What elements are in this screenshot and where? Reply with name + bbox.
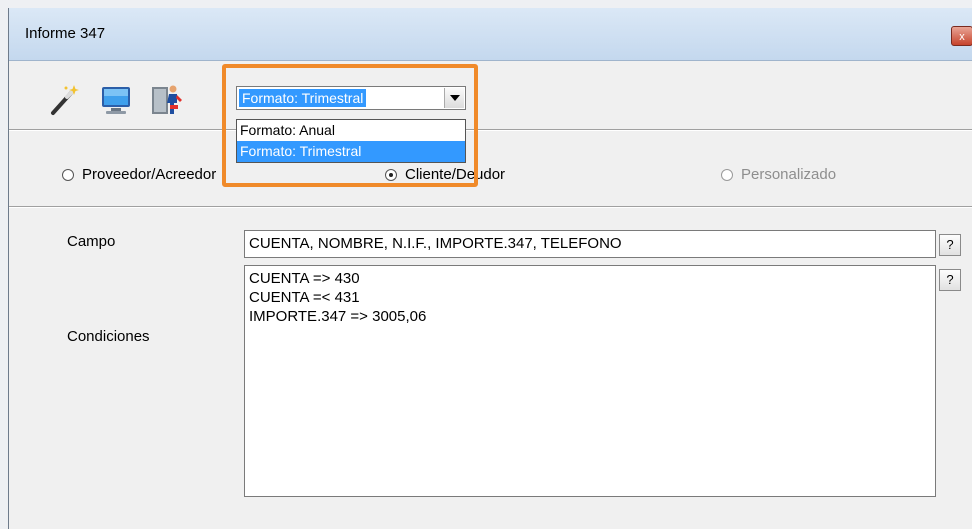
condition-line: CUENTA =< 431: [249, 289, 360, 306]
toolbar: [9, 61, 972, 127]
campo-label: Campo: [67, 233, 116, 250]
condiciones-label: Condiciones: [67, 328, 150, 345]
window-title: Informe 347: [25, 25, 106, 42]
highlight-frame: [222, 64, 478, 187]
divider: [9, 206, 972, 208]
condiciones-help-button[interactable]: ?: [939, 269, 961, 291]
title-bar: Informe 347 x: [9, 8, 972, 61]
radio-label: Personalizado: [741, 166, 837, 183]
radio-proveedor[interactable]: Proveedor/Acreedor: [62, 166, 216, 183]
exit-door-icon[interactable]: [149, 83, 183, 117]
condition-line: CUENTA => 430: [249, 270, 360, 287]
divider: [9, 129, 972, 131]
radio-circle: [721, 168, 733, 181]
condiciones-textarea[interactable]: CUENTA => 430 CUENTA =< 431 IMPORTE.347 …: [244, 265, 936, 497]
campo-help-button[interactable]: ?: [939, 234, 961, 256]
condition-line: IMPORTE.347 => 3005,06: [249, 308, 427, 325]
radio-circle[interactable]: [62, 168, 74, 181]
radio-label: Proveedor/Acreedor: [82, 166, 217, 183]
report-window: Informe 347 x Formato: Trimestral Provee…: [8, 8, 972, 529]
monitor-icon[interactable]: [99, 83, 133, 117]
close-button[interactable]: x: [951, 26, 972, 46]
campo-field[interactable]: CUENTA, NOMBRE, N.I.F., IMPORTE.347, TEL…: [244, 230, 936, 258]
radio-personalizado: Personalizado: [721, 166, 836, 183]
magic-wand-icon[interactable]: [47, 83, 81, 117]
